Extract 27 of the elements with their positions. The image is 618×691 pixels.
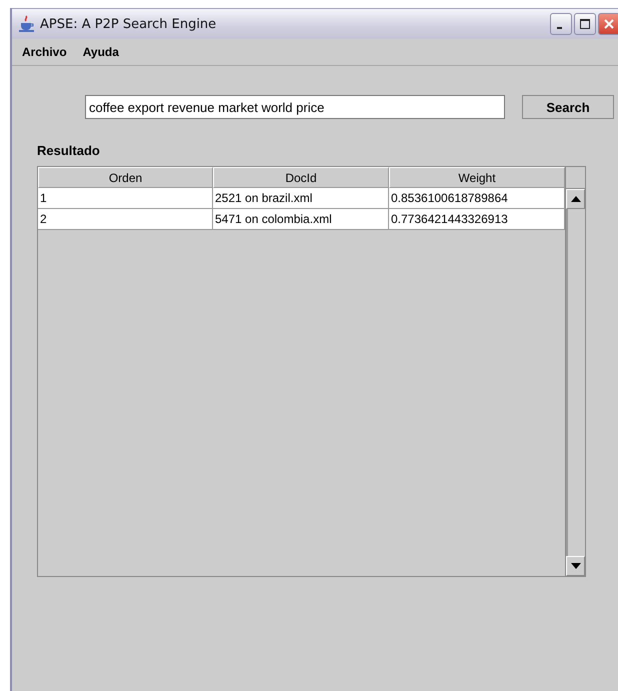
close-icon: [603, 18, 615, 30]
table-cell: 1: [38, 188, 213, 209]
minimize-icon: [556, 27, 562, 29]
table-cell: 2521 on brazil.xml: [213, 188, 389, 209]
search-button[interactable]: Search: [522, 95, 614, 119]
maximize-button[interactable]: [574, 13, 596, 35]
window-title: APSE: A P2P Search Engine: [40, 16, 218, 32]
column-header[interactable]: Orden: [38, 167, 213, 188]
vertical-scrollbar[interactable]: [565, 167, 585, 576]
scroll-down-button[interactable]: [566, 556, 585, 576]
minimize-button[interactable]: [550, 13, 572, 35]
column-header[interactable]: Weight: [389, 167, 565, 188]
column-header[interactable]: DocId: [213, 167, 389, 188]
coffee-cup-icon: [18, 15, 36, 33]
table-cell: 0.8536100618789864: [389, 188, 565, 209]
close-button[interactable]: [598, 13, 618, 35]
table-cell: 5471 on colombia.xml: [213, 209, 389, 230]
table-cell: 2: [38, 209, 213, 230]
menu-item[interactable]: Archivo: [22, 45, 67, 59]
table-cell: 0.7736421443326913: [389, 209, 565, 230]
maximize-icon: [579, 18, 591, 30]
scroll-up-button[interactable]: [566, 189, 585, 209]
search-field[interactable]: coffee export revenue market world price: [85, 95, 505, 119]
down-triangle-icon: [570, 563, 580, 569]
up-triangle-icon: [570, 196, 580, 202]
menu-item[interactable]: Ayuda: [82, 45, 119, 59]
results-label: Resultado: [37, 143, 101, 158]
